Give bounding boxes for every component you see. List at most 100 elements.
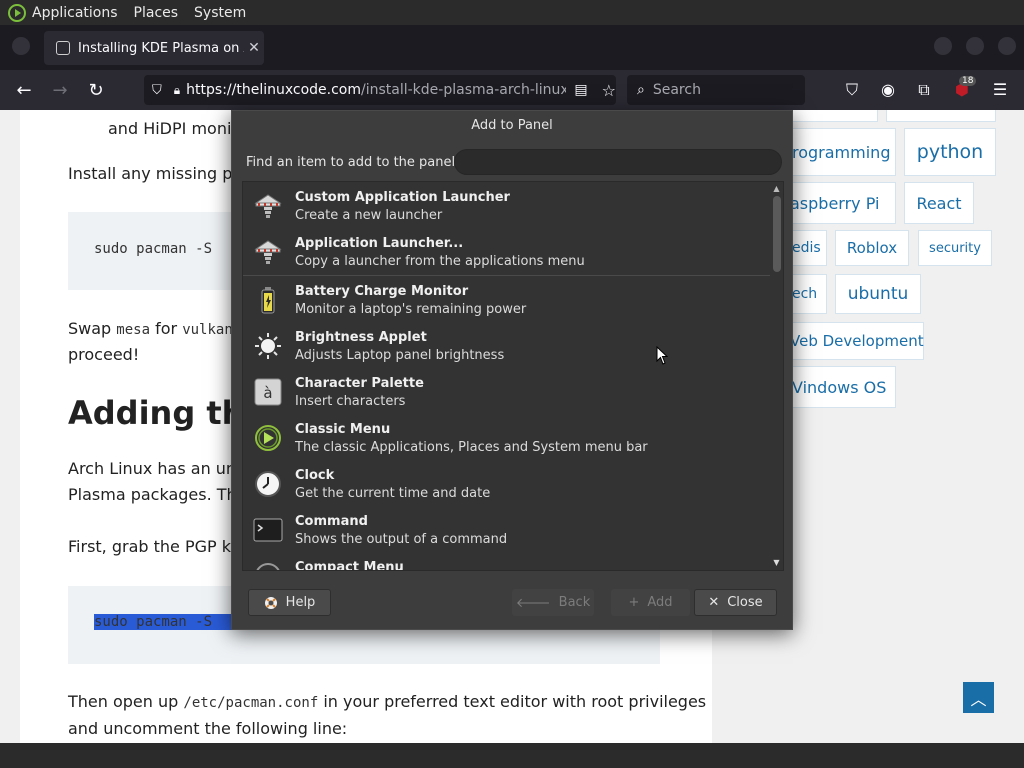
article-text: Arch Linux has an unoff <box>68 459 257 478</box>
item-name: Character Palette <box>295 376 424 391</box>
close-icon: ✕ <box>708 595 720 610</box>
article-text: Then open up /etc/pacman.conf in your pr… <box>68 692 707 711</box>
mouse-cursor-icon <box>656 346 668 365</box>
tag-link[interactable]: aspberry Pi <box>779 182 896 224</box>
find-item-input[interactable] <box>454 149 782 175</box>
close-button[interactable]: ✕ Close <box>694 589 777 616</box>
menu-system[interactable]: System <box>194 5 246 21</box>
list-item[interactable]: Clock Get the current time and date <box>243 462 771 508</box>
mate-logo-icon[interactable] <box>8 3 26 22</box>
bottom-panel <box>0 743 1024 768</box>
lifebuoy-icon <box>264 596 277 609</box>
back-label: Back <box>558 595 591 610</box>
top-panel: Applications Places System <box>0 0 1024 25</box>
maximize-window-button[interactable] <box>966 37 984 55</box>
tag-link[interactable]: Veb Development <box>779 322 924 360</box>
brightness-icon <box>255 333 281 359</box>
list-item[interactable]: Custom Application Launcher Create a new… <box>243 184 771 230</box>
back-arrow-icon[interactable]: ← <box>6 74 42 106</box>
menu-applications[interactable]: Applications <box>32 5 118 21</box>
panel-item-list[interactable]: Custom Application Launcher Create a new… <box>242 181 784 571</box>
pocket-icon[interactable]: ⛉ <box>842 80 862 100</box>
reader-view-icon[interactable]: ▤ <box>574 82 587 98</box>
site-favicon-icon <box>56 41 70 55</box>
code-text: sudo pacman -S <box>94 241 213 257</box>
tab-title: Installing KDE Plasma on Ar <box>78 40 244 56</box>
item-description: Get the current time and date <box>295 486 491 501</box>
add-label: Add <box>647 595 673 610</box>
scroll-down-icon[interactable]: ▼ <box>772 558 781 567</box>
tag-link[interactable]: rogramming <box>779 128 896 176</box>
article-text: Plasma packages. This <box>68 485 250 504</box>
list-item[interactable]: Compact Menu <box>243 554 771 571</box>
article-text: Swap mesa for vulkan- <box>68 319 242 338</box>
item-name: Compact Menu <box>295 560 404 571</box>
list-separator <box>243 275 771 276</box>
svg-text:à: à <box>263 384 272 402</box>
compact-menu-icon <box>256 563 280 570</box>
menu-places[interactable]: Places <box>134 5 179 21</box>
notification-badge: 18 <box>959 76 977 86</box>
help-label: Help <box>285 595 316 610</box>
tag-link[interactable]: security <box>918 230 992 266</box>
article-text: and HiDPI monito <box>108 119 248 138</box>
tag-link[interactable]: ubuntu <box>835 274 921 314</box>
back-button[interactable]: 🡐 Back <box>512 589 594 616</box>
account-icon[interactable]: ◉ <box>878 80 898 100</box>
item-name: Clock <box>295 468 335 483</box>
reload-icon[interactable]: ↻ <box>78 74 114 106</box>
item-description: Insert characters <box>295 394 406 409</box>
forward-arrow-icon[interactable]: → <box>42 74 78 106</box>
lock-icon[interactable]: 🔒︎ <box>174 83 180 98</box>
article-text: proceed! <box>68 345 140 364</box>
bookmark-star-icon[interactable]: ☆ <box>602 81 616 100</box>
item-name: Battery Charge Monitor <box>295 284 469 299</box>
search-placeholder: Search <box>652 82 701 98</box>
dialog-title: Add to Panel <box>471 118 553 133</box>
item-name: Custom Application Launcher <box>295 190 510 205</box>
hamburger-menu-icon[interactable]: ☰ <box>990 80 1010 100</box>
item-name: Classic Menu <box>295 422 391 437</box>
shield-icon[interactable]: ⛉ <box>152 83 162 98</box>
tag-link[interactable]: Vindows OS <box>779 366 896 408</box>
terminal-icon <box>253 518 283 542</box>
plus-icon: + <box>628 595 640 610</box>
article-text: First, grab the PGP keys <box>68 537 259 556</box>
character-palette-icon: à <box>254 378 282 406</box>
tag-link[interactable] <box>886 110 996 122</box>
add-to-panel-dialog: Add to Panel Find an item to add to the … <box>231 110 793 630</box>
item-description: Create a new launcher <box>295 208 443 223</box>
ghost-tab-button <box>12 37 30 55</box>
navigation-bar: ← → ↻ ⛉ 🔒︎ https://thelinuxcode.com/inst… <box>0 70 1024 110</box>
tag-link[interactable] <box>779 110 878 122</box>
list-item[interactable]: Classic Menu The classic Applications, P… <box>243 416 771 462</box>
scroll-to-top-button[interactable]: ︿ <box>963 682 994 713</box>
item-description: Adjusts Laptop panel brightness <box>295 348 505 363</box>
scrollbar-thumb[interactable] <box>773 196 781 272</box>
list-item[interactable]: Application Launcher... Copy a launcher … <box>243 230 771 276</box>
list-item[interactable]: Brightness Applet Adjusts Laptop panel b… <box>243 324 771 370</box>
tag-link[interactable]: python <box>904 128 996 176</box>
add-button[interactable]: + Add <box>611 589 690 616</box>
minimize-window-button[interactable] <box>934 37 952 55</box>
classic-menu-icon <box>255 425 281 451</box>
list-item[interactable]: à Character Palette Insert characters <box>243 370 771 416</box>
article-text: and uncomment the following line: <box>68 719 348 738</box>
list-item[interactable]: Command Shows the output of a command <box>243 508 771 554</box>
help-button[interactable]: Help <box>248 589 331 616</box>
clock-icon <box>255 471 281 497</box>
list-item[interactable]: Battery Charge Monitor Monitor a laptop'… <box>243 278 771 324</box>
url-bar[interactable]: ⛉ 🔒︎ https://thelinuxcode.com/install-kd… <box>144 75 616 105</box>
tag-link[interactable]: Roblox <box>835 230 909 266</box>
scroll-up-icon[interactable]: ▲ <box>772 184 781 193</box>
item-name: Brightness Applet <box>295 330 427 345</box>
back-arrow-icon: 🡐 <box>515 595 551 611</box>
browser-tab[interactable]: Installing KDE Plasma on Ar ✕ <box>44 31 264 65</box>
close-window-button[interactable] <box>998 37 1016 55</box>
search-icon: ⌕ <box>637 82 645 98</box>
tab-close-icon[interactable]: ✕ <box>244 40 264 56</box>
extensions-icon[interactable]: ⧉ <box>914 80 934 100</box>
search-input[interactable]: ⌕ Search <box>627 75 805 105</box>
tag-link[interactable]: React <box>904 182 974 224</box>
list-scrollbar[interactable]: ▲ ▼ <box>770 182 783 570</box>
